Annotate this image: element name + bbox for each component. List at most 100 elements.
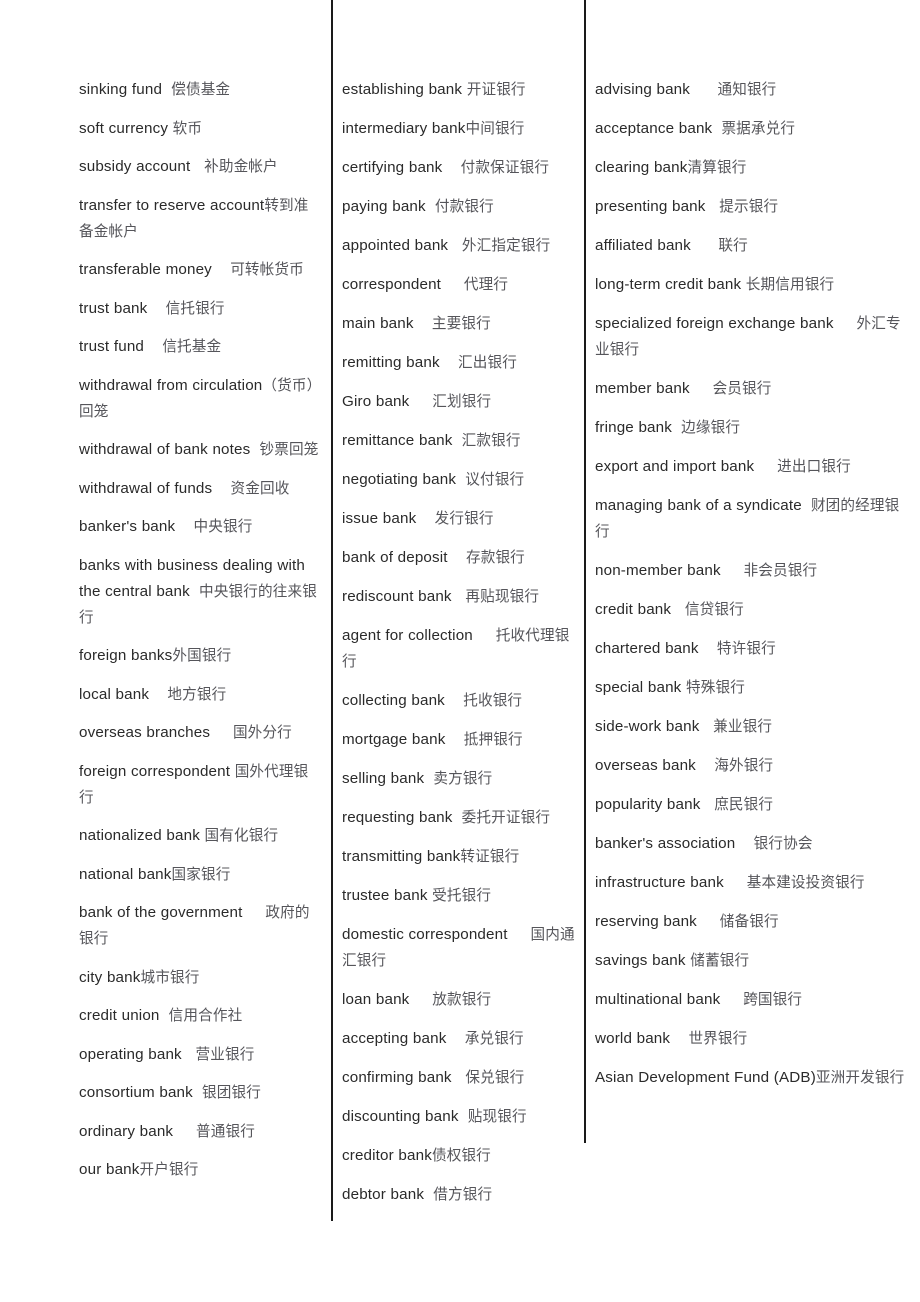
glossary-term-en: Asian Development Fund (ADB) (595, 1069, 816, 1086)
glossary-term-en: overseas branches (79, 724, 211, 741)
glossary-term-spacer (754, 458, 777, 475)
glossary-term-en: transfer to reserve account (79, 196, 265, 214)
glossary-term-spacer (212, 261, 230, 278)
glossary-term-en: bank of deposit (342, 549, 448, 566)
glossary-term-zh: 信贷银行 (684, 601, 744, 618)
glossary-entry: reserving bank 储备银行 (595, 909, 910, 935)
glossary-term-spacer (173, 1123, 196, 1140)
glossary-term-en: main bank (342, 315, 414, 332)
glossary-entry: operating bank 营业银行 (79, 1042, 323, 1068)
glossary-entry: acceptance bank 票据承兑行 (595, 116, 910, 142)
glossary-column-2: establishing bank 开证银行 intermediary bank中… (331, 0, 584, 1221)
glossary-entry: certifying bank 付款保证银行 (342, 155, 578, 181)
glossary-entry: credit bank 信贷银行 (595, 597, 910, 623)
glossary-entry: subsidy account 补助金帐户 (79, 154, 323, 180)
glossary-entry: specialized foreign exchange bank 外汇专业银行 (595, 311, 910, 363)
glossary-entry: bank of the government 政府的银行 (79, 900, 323, 952)
glossary-term-zh: 软币 (172, 119, 203, 137)
glossary-term-zh: 国有化银行 (204, 827, 279, 844)
glossary-entry: negotiating bank 议付银行 (342, 467, 578, 493)
glossary-term-en: savings bank (595, 952, 686, 969)
glossary-term-zh: 付款银行 (434, 198, 494, 215)
glossary-term-en: domestic correspondent (342, 926, 508, 943)
glossary-term-zh: 银行协会 (753, 835, 813, 852)
glossary-term-zh: 跨国银行 (743, 991, 803, 1008)
glossary-term-zh: 发行银行 (434, 510, 494, 527)
glossary-entry: selling bank 卖方银行 (342, 766, 578, 792)
glossary-term-zh: 外国银行 (172, 647, 232, 664)
glossary-term-zh: 中央银行 (193, 518, 253, 535)
glossary-term-spacer (160, 1007, 169, 1024)
glossary-term-zh: 联行 (718, 237, 748, 254)
glossary-entry: creditor bank债权银行 (342, 1143, 578, 1169)
glossary-term-zh: 补助金帐户 (204, 158, 278, 175)
glossary-term-zh: 存款银行 (465, 549, 525, 566)
glossary-term-en: export and import bank (595, 458, 755, 475)
glossary-term-en: fringe bank (595, 419, 672, 436)
glossary-term-spacer (700, 796, 714, 813)
glossary-term-zh: 海外银行 (714, 757, 774, 774)
glossary-term-zh: 国家银行 (171, 865, 231, 883)
glossary-term-en: loan bank (342, 991, 410, 1008)
glossary-term-en: discounting bank (342, 1108, 459, 1125)
glossary-term-en: multinational bank (595, 991, 721, 1008)
glossary-entry: nationalized bank 国有化银行 (79, 823, 323, 849)
glossary-entry: issue bank 发行银行 (342, 506, 578, 532)
glossary-term-zh: 汇划银行 (432, 393, 492, 410)
glossary-term-spacer (424, 1186, 433, 1203)
glossary-term-zh: 基本建设投资银行 (746, 874, 865, 891)
glossary-entry: establishing bank 开证银行 (342, 77, 578, 103)
glossary-term-en: soft currency (79, 119, 169, 137)
glossary-entry: world bank 世界银行 (595, 1026, 910, 1052)
glossary-term-zh: 中间银行 (465, 120, 525, 137)
glossary-entry: appointed bank 外汇指定银行 (342, 233, 578, 259)
glossary-entry: side-work bank 兼业银行 (595, 714, 910, 740)
glossary-entry: Asian Development Fund (ADB)亚洲开发银行 (595, 1065, 910, 1091)
glossary-term-en: confirming bank (342, 1069, 452, 1086)
glossary-entry: withdrawal of funds 资金回收 (79, 476, 323, 502)
glossary-term-en: credit bank (595, 601, 672, 618)
glossary-entry: banker's bank 中央银行 (79, 514, 323, 540)
glossary-term-en: ordinary bank (79, 1122, 174, 1140)
glossary-entry: withdrawal from circulation（货币）回笼 (79, 373, 323, 425)
glossary-entry: domestic correspondent 国内通汇银行 (342, 922, 578, 974)
glossary-entry: export and import bank 进出口银行 (595, 454, 910, 480)
glossary-entry: soft currency 软币 (79, 116, 323, 142)
glossary-term-zh: 庶民银行 (714, 796, 774, 813)
glossary-term-en: withdrawal of bank notes (79, 441, 251, 458)
glossary-term-en: non-member bank (595, 562, 721, 579)
glossary-entry: long-term credit bank 长期信用银行 (595, 272, 910, 298)
glossary-term-zh: 非会员银行 (743, 562, 818, 579)
glossary-entry: trustee bank 受托银行 (342, 883, 578, 909)
glossary-term-spacer (445, 731, 463, 748)
glossary-term-spacer (834, 315, 857, 332)
glossary-term-zh: 外汇指定银行 (461, 237, 551, 254)
glossary-term-en: certifying bank (342, 159, 443, 176)
glossary-term-en: transferable money (79, 261, 212, 278)
glossary-term-zh: 受托银行 (432, 887, 492, 904)
glossary-entry: consortium bank 银团银行 (79, 1080, 323, 1106)
glossary-term-en: mortgage bank (342, 731, 446, 748)
glossary-term-spacer (212, 480, 230, 497)
glossary-entry: non-member bank 非会员银行 (595, 558, 910, 584)
glossary-term-spacer (149, 686, 167, 703)
glossary-column-3: advising bank 通知银行 acceptance bank 票据承兑行 c… (584, 0, 920, 1143)
glossary-term-spacer (453, 432, 462, 449)
glossary-term-en: foreign correspondent (79, 762, 231, 780)
glossary-term-spacer (414, 315, 432, 332)
glossary-term-en: trust fund (79, 338, 145, 355)
glossary-term-spacer (250, 441, 259, 458)
glossary-term-zh: 委托开证银行 (461, 809, 551, 826)
glossary-term-spacer (440, 354, 458, 371)
glossary-term-en: side-work bank (595, 718, 700, 735)
glossary-term-spacer (453, 809, 462, 826)
glossary-term-spacer (193, 1084, 202, 1101)
glossary-term-en: managing bank of a syndicate (595, 497, 802, 514)
glossary-term-zh: 银团银行 (202, 1084, 262, 1101)
glossary-term-zh: 信用合作社 (168, 1007, 243, 1024)
glossary-entry: correspondent 代理行 (342, 272, 578, 298)
glossary-term-spacer (802, 497, 811, 514)
glossary-term-zh: 汇款银行 (461, 432, 521, 449)
glossary-entry: accepting bank 承兑银行 (342, 1026, 578, 1052)
glossary-term-zh: 债权银行 (431, 1147, 491, 1164)
